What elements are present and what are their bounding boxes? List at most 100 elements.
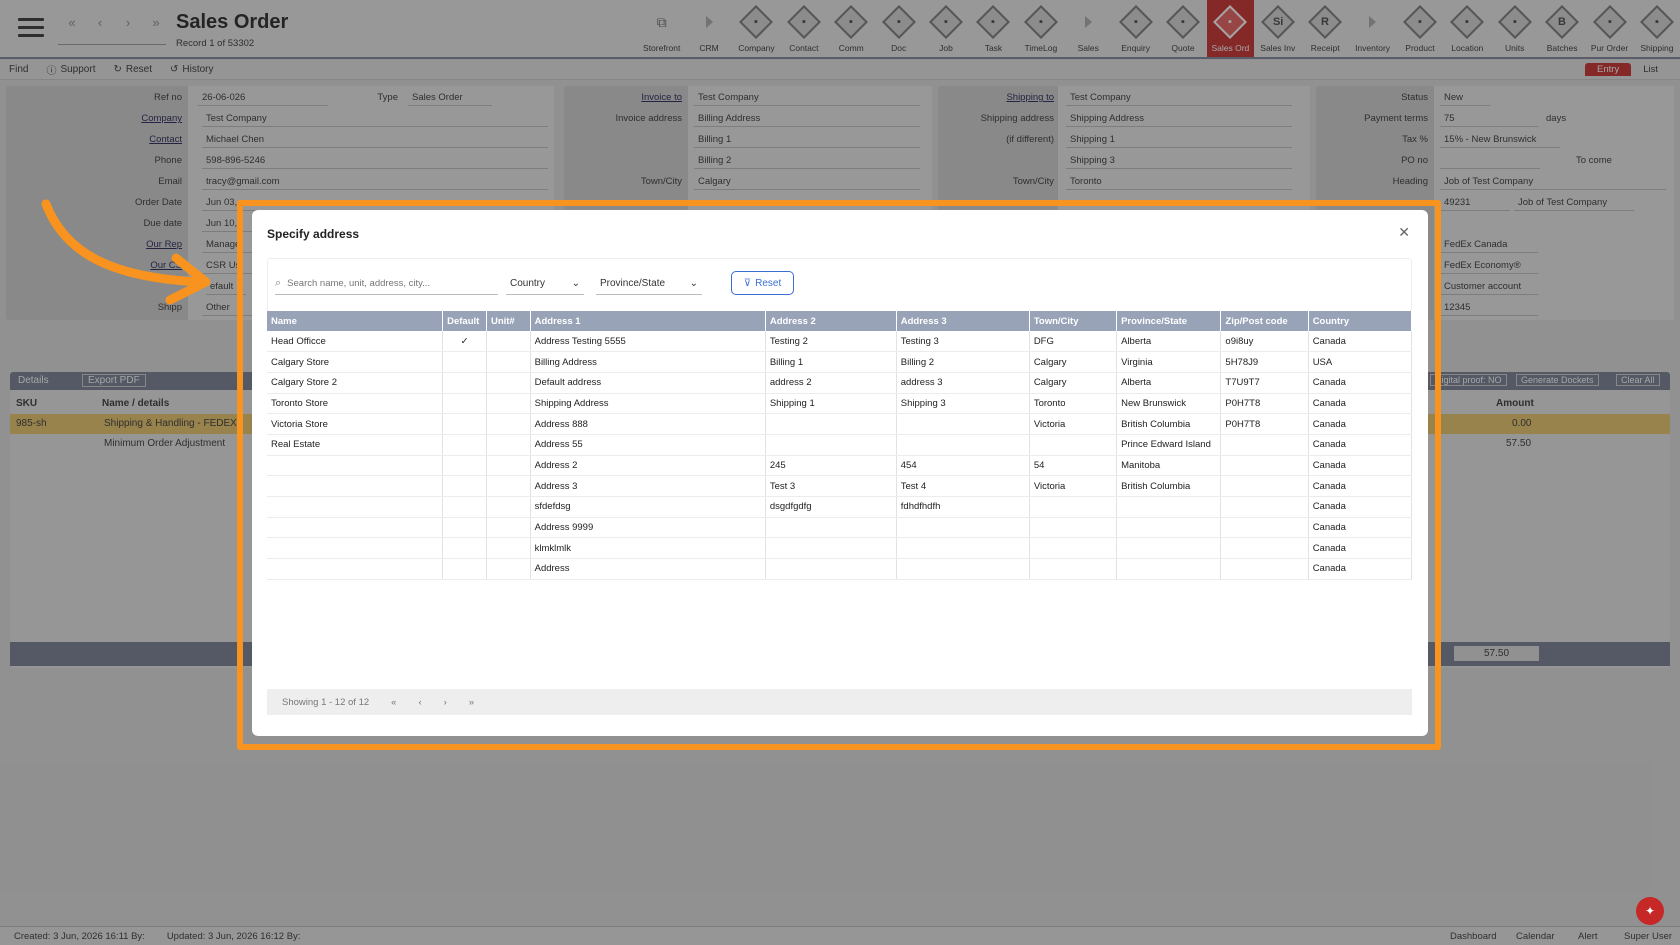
table-cell bbox=[442, 372, 487, 394]
annotation-arrow-icon bbox=[41, 199, 211, 305]
table-cell: Test 3 bbox=[765, 475, 897, 497]
table-cell: Prince Edward Island bbox=[1116, 434, 1222, 456]
table-row[interactable]: Victoria Store Address 888 Victoria British… bbox=[267, 413, 1413, 435]
table-cell: Address Testing 5555 bbox=[530, 331, 766, 353]
table-cell: dsgdfgdfg bbox=[765, 496, 897, 518]
reset-filter-label: Reset bbox=[755, 277, 782, 289]
table-cell bbox=[486, 455, 531, 477]
table-cell: Canada bbox=[1308, 455, 1413, 477]
table-cell: ✓ bbox=[442, 331, 487, 353]
table-cell: Shipping 1 bbox=[765, 393, 897, 415]
assistant-fab-icon[interactable]: ✦ bbox=[1636, 897, 1664, 925]
table-cell: USA bbox=[1308, 351, 1413, 373]
table-row[interactable]: Head Officce ✓ Address Testing 5555 Testing… bbox=[267, 331, 1413, 353]
table-row[interactable]: Address Canada bbox=[267, 558, 1413, 580]
country-filter-select[interactable]: Country ⌄ bbox=[506, 273, 584, 295]
table-cell: 454 bbox=[896, 455, 1030, 477]
pagination-info: Showing 1 - 12 of 12 bbox=[282, 696, 370, 708]
table-cell bbox=[267, 496, 444, 518]
table-cell: address 3 bbox=[896, 372, 1030, 394]
table-header-row: Name Default Unit# Address 1 Address 2 Addres… bbox=[267, 311, 1413, 331]
table-cell: Shipping Address bbox=[530, 393, 766, 415]
table-cell bbox=[1116, 517, 1222, 539]
table-cell bbox=[896, 517, 1030, 539]
filter-icon: ⊽ bbox=[743, 277, 752, 289]
table-cell bbox=[442, 537, 487, 560]
chevron-down-icon: ⌄ bbox=[571, 278, 580, 289]
table-cell bbox=[486, 351, 531, 373]
column-header-province-state[interactable]: Province/State bbox=[1116, 311, 1222, 331]
province-filter-select[interactable]: Province/State ⌄ bbox=[596, 273, 702, 295]
last-page-button[interactable]: » bbox=[469, 697, 474, 708]
table-cell bbox=[765, 434, 897, 456]
dialog-title: Specify address bbox=[267, 227, 360, 241]
table-cell: Victoria Store bbox=[267, 413, 444, 435]
search-icon: ⌕ bbox=[275, 277, 282, 289]
prev-page-button[interactable]: ‹ bbox=[418, 697, 421, 708]
column-header-country[interactable]: Country bbox=[1308, 311, 1413, 331]
table-row[interactable]: Real Estate Address 55 Prince Edward Islan… bbox=[267, 434, 1413, 456]
table-row[interactable]: Toronto Store Shipping Address Shipping 1S… bbox=[267, 393, 1413, 415]
table-cell bbox=[486, 331, 531, 353]
column-header-unit-[interactable]: Unit# bbox=[486, 311, 531, 331]
table-cell bbox=[896, 434, 1030, 456]
table-cell: Toronto bbox=[1029, 393, 1118, 415]
column-header-default[interactable]: Default bbox=[442, 311, 487, 331]
table-cell: British Columbia bbox=[1116, 413, 1222, 435]
column-header-address-2[interactable]: Address 2 bbox=[765, 311, 897, 331]
table-cell bbox=[1220, 517, 1309, 539]
table-cell bbox=[267, 537, 444, 560]
chevron-down-icon: ⌄ bbox=[689, 278, 698, 289]
table-cell: Toronto Store bbox=[267, 393, 444, 415]
table-cell bbox=[486, 517, 531, 539]
table-row[interactable]: Address 2 245 454 54 Manitoba Canada bbox=[267, 455, 1413, 477]
column-header-address-3[interactable]: Address 3 bbox=[896, 311, 1030, 331]
table-cell: Calgary bbox=[1029, 351, 1118, 373]
table-row[interactable]: klmklmlk Canada bbox=[267, 537, 1413, 560]
close-icon[interactable]: ✕ bbox=[1398, 224, 1410, 241]
table-cell: Head Officce bbox=[267, 331, 444, 353]
table-cell: Calgary Store 2 bbox=[267, 372, 444, 394]
table-cell bbox=[1220, 434, 1309, 456]
table-cell bbox=[1029, 558, 1118, 580]
table-cell bbox=[442, 496, 487, 518]
table-cell: Billing Address bbox=[530, 351, 766, 373]
reset-filter-button[interactable]: ⊽ Reset bbox=[731, 271, 794, 295]
first-page-button[interactable]: « bbox=[391, 697, 396, 708]
table-row[interactable]: Calgary Store Billing Address Billing 1 Bil… bbox=[267, 351, 1413, 373]
column-header-name[interactable]: Name bbox=[267, 311, 444, 331]
table-cell bbox=[442, 434, 487, 456]
table-cell: Canada bbox=[1308, 372, 1413, 394]
table-cell bbox=[486, 496, 531, 518]
province-filter-label: Province/State bbox=[600, 278, 666, 289]
table-cell: klmklmlk bbox=[530, 537, 766, 560]
table-cell bbox=[486, 537, 531, 560]
table-cell: Billing 2 bbox=[896, 351, 1030, 373]
table-cell: 54 bbox=[1029, 455, 1118, 477]
column-header-town-city[interactable]: Town/City bbox=[1029, 311, 1118, 331]
next-page-button[interactable]: › bbox=[444, 697, 447, 708]
table-row[interactable]: Address 3 Test 3 Test 4 Victoria British Col… bbox=[267, 475, 1413, 497]
column-header-zip-post-code[interactable]: Zip/Post code bbox=[1220, 311, 1309, 331]
table-cell: Alberta bbox=[1116, 331, 1222, 353]
table-row[interactable]: Address 9999 Canada bbox=[267, 517, 1413, 539]
table-cell: Address 3 bbox=[530, 475, 766, 497]
table-cell bbox=[486, 558, 531, 580]
table-cell: New Brunswick bbox=[1116, 393, 1222, 415]
table-cell: Calgary bbox=[1029, 372, 1118, 394]
table-cell: fdhdfhdfh bbox=[896, 496, 1030, 518]
table-cell: Calgary Store bbox=[267, 351, 444, 373]
table-row[interactable]: sfdefdsg dsgdfgdfg fdhdfhdfh Canada bbox=[267, 496, 1413, 518]
table-cell bbox=[1220, 558, 1309, 580]
table-row[interactable]: Calgary Store 2 Default address address 2a… bbox=[267, 372, 1413, 394]
search-input[interactable] bbox=[287, 278, 488, 289]
table-cell: address 2 bbox=[765, 372, 897, 394]
column-header-address-1[interactable]: Address 1 bbox=[530, 311, 766, 331]
table-cell: Alberta bbox=[1116, 372, 1222, 394]
table-cell bbox=[442, 413, 487, 435]
table-cell bbox=[896, 413, 1030, 435]
table-cell: Real Estate bbox=[267, 434, 444, 456]
table-cell: Address 9999 bbox=[530, 517, 766, 539]
search-box[interactable]: ⌕ bbox=[275, 273, 498, 295]
table-cell bbox=[765, 413, 897, 435]
